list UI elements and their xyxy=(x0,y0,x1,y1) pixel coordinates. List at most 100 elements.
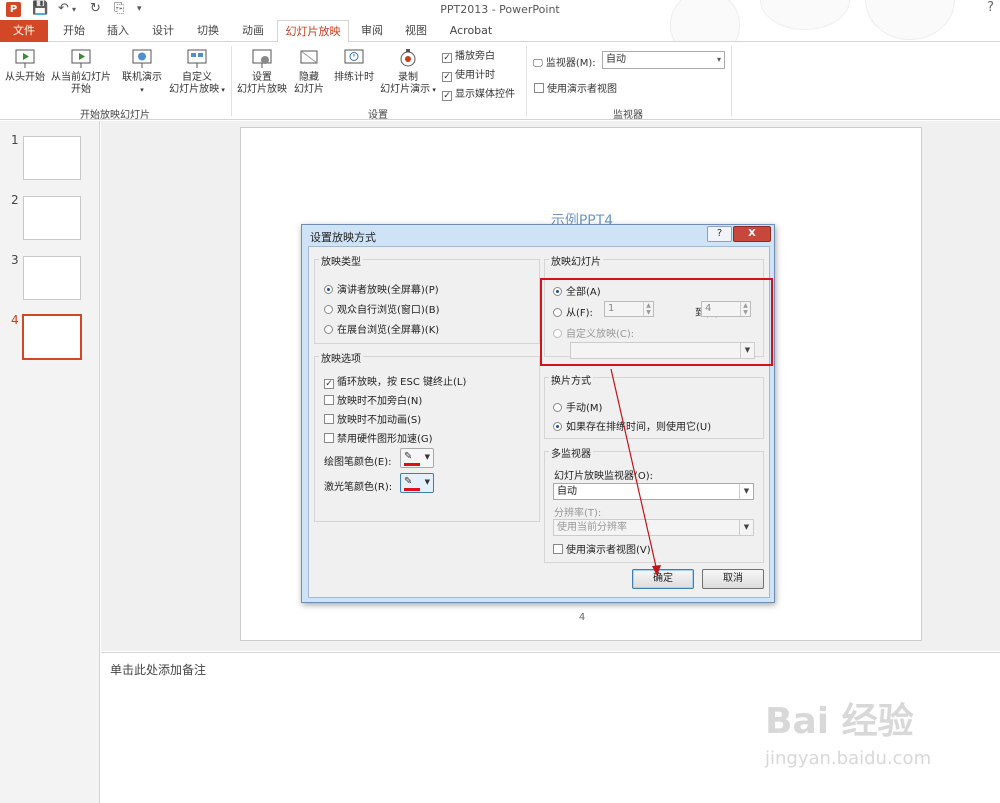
show-type-label: 放映类型 xyxy=(319,253,363,268)
record-label-2: 幻灯片演示 xyxy=(380,84,431,95)
watermark-logo: Bai 经验 xyxy=(765,701,914,742)
tab-file[interactable]: 文件 xyxy=(0,20,48,42)
setup-show-label-1: 设置 xyxy=(252,72,272,83)
chevron-down-icon: ▼ xyxy=(424,453,430,461)
radio-kiosk[interactable]: 在展台浏览(全屏幕)(K) xyxy=(324,321,439,336)
checkbox-unchecked-icon xyxy=(324,433,334,443)
color-swatch xyxy=(404,488,420,491)
slide-thumbnail-3[interactable] xyxy=(23,256,81,300)
no-narration-checkbox[interactable]: 放映时不加旁白(N) xyxy=(324,392,422,407)
custom-show-icon xyxy=(187,49,207,68)
close-window-icon[interactable]: ? xyxy=(987,0,994,15)
presenter-view-checkbox[interactable]: 使用演示者视图 xyxy=(534,80,617,95)
pen-color-picker[interactable]: ✎ ▼ xyxy=(400,448,434,468)
tab-insert[interactable]: 插入 xyxy=(100,20,136,42)
hide-slide-icon xyxy=(300,50,318,64)
slide-thumbnails-panel: 1 2 3 4 xyxy=(0,121,100,803)
radio-presenter[interactable]: 演讲者放映(全屏幕)(P) xyxy=(324,281,439,296)
from-current-label-2: 开始 xyxy=(71,84,91,95)
cancel-button[interactable]: 取消 xyxy=(702,569,764,589)
laser-color-label: 激光笔颜色(R): xyxy=(324,482,393,493)
tab-review[interactable]: 审阅 xyxy=(354,20,390,42)
slide-thumbnail-1[interactable] xyxy=(23,136,81,180)
radio-unselected-icon xyxy=(553,403,562,412)
resolution-label: 分辨率(T): xyxy=(554,508,602,519)
use-timings-checkbox[interactable]: ✓ 使用计时 xyxy=(442,66,495,82)
ribbon-tabs: 文件 开始 插入 设计 切换 动画 幻灯片放映 审阅 视图 Acrobat xyxy=(0,20,1000,43)
tab-view[interactable]: 视图 xyxy=(398,20,434,42)
play-from-start-icon xyxy=(15,49,35,68)
tab-animations[interactable]: 动画 xyxy=(235,20,271,42)
monitor-label: 🖵 监视器(M): xyxy=(533,58,596,69)
custom-show-button[interactable]: 自定义 幻灯片放映 ▾ xyxy=(167,48,227,96)
play-from-current-icon xyxy=(71,49,91,68)
checkbox-unchecked-icon xyxy=(553,544,563,554)
show-media-controls-checkbox[interactable]: ✓ 显示媒体控件 xyxy=(442,85,515,101)
dialog-close-button[interactable]: X xyxy=(733,226,771,242)
thumbnail-number: 3 xyxy=(11,253,19,267)
tab-transitions[interactable]: 切换 xyxy=(190,20,226,42)
loop-checkbox[interactable]: ✓ 循环放映，按 ESC 键终止(L) xyxy=(324,373,466,389)
show-monitor-select[interactable]: 自动 ▼ xyxy=(553,483,754,500)
presenter-view-label: 使用演示者视图 xyxy=(547,84,617,95)
record-show-button[interactable]: 录制 幻灯片演示 ▾ xyxy=(378,48,438,96)
slide-thumbnail-4[interactable] xyxy=(22,314,82,360)
disable-hw-checkbox[interactable]: 禁用硬件图形加速(G) xyxy=(324,430,433,445)
thumbnail-number: 4 xyxy=(11,313,19,327)
tab-slide-show[interactable]: 幻灯片放映 xyxy=(277,20,349,43)
slide-thumbnail-2[interactable] xyxy=(23,196,81,240)
radio-use-timings[interactable]: 如果存在排练时间，则使用它(U) xyxy=(553,418,711,433)
radio-individual[interactable]: 观众自行浏览(窗口)(B) xyxy=(324,301,439,316)
checkbox-checked-icon: ✓ xyxy=(442,72,452,82)
radio-selected-icon xyxy=(324,285,333,294)
thumbnail-number: 2 xyxy=(11,193,19,207)
watermark-url: jingyan.baidu.com xyxy=(765,748,932,769)
thumbnail-number: 1 xyxy=(11,133,19,147)
hide-slide-label-2: 幻灯片 xyxy=(294,84,324,95)
tab-design[interactable]: 设计 xyxy=(145,20,181,42)
globe-present-icon xyxy=(132,49,152,68)
checkbox-unchecked-icon xyxy=(534,83,544,93)
notes-placeholder: 单击此处添加备注 xyxy=(110,663,207,677)
record-label-1: 录制 xyxy=(398,72,418,83)
tab-acrobat[interactable]: Acrobat xyxy=(444,20,498,42)
radio-unselected-icon xyxy=(324,305,333,314)
chevron-down-icon: ▾ xyxy=(140,86,144,94)
radio-manual[interactable]: 手动(M) xyxy=(553,399,602,414)
group-separator xyxy=(731,46,732,116)
group-label-setup: 设置 xyxy=(368,110,388,121)
radio-selected-icon xyxy=(553,422,562,431)
hide-slide-button[interactable]: 隐藏 幻灯片 xyxy=(290,48,328,96)
pen-icon: ✎ xyxy=(404,451,413,462)
ribbon: 从头开始 从当前幻灯片 开始 联机演示 ▾ 自定义 幻灯片放映 ▾ 开始放映幻灯… xyxy=(0,42,1000,121)
resolution-select[interactable]: 使用当前分辨率 ▼ xyxy=(553,519,754,536)
checkbox-checked-icon: ✓ xyxy=(442,91,452,101)
window-title: PPT2013 - PowerPoint xyxy=(440,3,560,16)
pen-color-label: 绘图笔颜色(E): xyxy=(324,457,392,468)
help-button[interactable]: ? xyxy=(707,226,732,242)
play-narrations-checkbox[interactable]: ✓ 播放旁白 xyxy=(442,47,495,63)
presenter-view-dialog-checkbox[interactable]: 使用演示者视图(V) xyxy=(553,541,651,556)
rehearse-timings-button[interactable]: 排练计时 xyxy=(330,48,378,84)
radio-unselected-icon xyxy=(324,325,333,334)
laser-color-picker[interactable]: ✎ ▼ xyxy=(400,473,434,493)
no-animation-checkbox[interactable]: 放映时不加动画(S) xyxy=(324,411,421,426)
chevron-down-icon: ▾ xyxy=(716,55,721,64)
monitor-icon: 🖵 xyxy=(533,58,543,69)
group-separator xyxy=(526,46,527,116)
online-present-button[interactable]: 联机演示 ▾ xyxy=(117,48,167,96)
monitors-label: 多监视器 xyxy=(549,445,593,460)
annotation-highlight-box xyxy=(540,278,773,366)
monitor-select[interactable]: 自动 ▾ xyxy=(602,51,725,69)
show-media-controls-label: 显示媒体控件 xyxy=(455,89,515,100)
title-bar: P 💾 ↶ ▾ ↻ ⎘ ▾ PPT2013 - PowerPoint ? xyxy=(0,0,1000,60)
tab-home[interactable]: 开始 xyxy=(56,20,92,42)
checkbox-checked-icon: ✓ xyxy=(442,53,452,63)
from-current-button[interactable]: 从当前幻灯片 开始 xyxy=(48,48,114,96)
setup-show-button[interactable]: 设置 幻灯片放映 xyxy=(234,48,290,96)
record-stopwatch-icon xyxy=(400,49,416,67)
from-beginning-button[interactable]: 从头开始 xyxy=(2,48,48,84)
from-beginning-label: 从头开始 xyxy=(5,72,45,83)
ok-button[interactable]: 确定 xyxy=(632,569,694,589)
pen-icon: ✎ xyxy=(404,476,413,487)
